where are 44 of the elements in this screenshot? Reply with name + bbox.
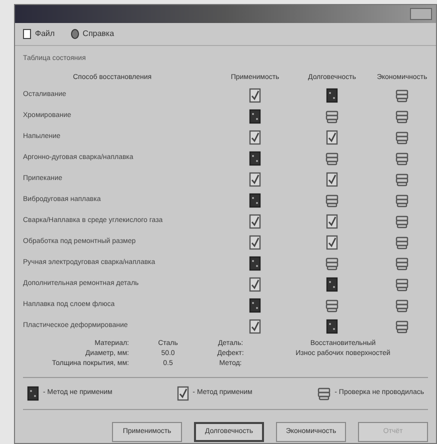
- stack-icon: [395, 130, 409, 144]
- checked-document-icon: [249, 277, 261, 292]
- stack-icon: [395, 88, 409, 102]
- checked-document-icon: [249, 235, 261, 250]
- checked-document-icon: [326, 235, 338, 250]
- dark-document-icon: [249, 256, 261, 271]
- stack-icon: [325, 194, 339, 208]
- checked-document-icon: [249, 88, 261, 103]
- dark-document-icon: [326, 319, 338, 334]
- dark-document-icon: [326, 88, 338, 103]
- menu-item[interactable]: Файл: [23, 28, 55, 40]
- checked-document-icon: [326, 130, 338, 145]
- stack-icon: [395, 236, 409, 250]
- stack-icon: [395, 298, 409, 312]
- dark-document-icon: [249, 151, 261, 166]
- checked-document-icon: [326, 172, 338, 187]
- checked-document-icon: [249, 130, 261, 145]
- stack-icon: [325, 152, 339, 166]
- stack-icon: [395, 110, 409, 124]
- stack-icon: [325, 256, 339, 270]
- dark-document-icon: [249, 109, 261, 124]
- stack-icon: [395, 320, 409, 334]
- document-icon: [23, 29, 31, 39]
- stack-icon: [325, 110, 339, 124]
- stack-icon: [316, 386, 331, 400]
- checked-document-icon: [249, 319, 261, 334]
- stack-icon: [395, 256, 409, 270]
- stack-icon: [395, 194, 409, 208]
- close-button[interactable]: [410, 8, 432, 20]
- checked-document-icon: [176, 386, 189, 401]
- info-icon: [70, 29, 79, 39]
- stack-icon: [395, 214, 409, 228]
- menu-item[interactable]: Справка: [70, 28, 114, 40]
- dark-document-icon: [27, 386, 39, 401]
- dark-document-icon: [249, 298, 261, 313]
- dark-document-icon: [249, 193, 261, 208]
- checked-document-icon: [249, 214, 261, 229]
- stack-icon: [395, 278, 409, 292]
- checked-document-icon: [326, 214, 338, 229]
- dark-document-icon: [326, 277, 338, 292]
- stack-icon: [325, 298, 339, 312]
- checked-document-icon: [249, 172, 261, 187]
- stack-icon: [395, 152, 409, 166]
- stack-icon: [395, 172, 409, 186]
